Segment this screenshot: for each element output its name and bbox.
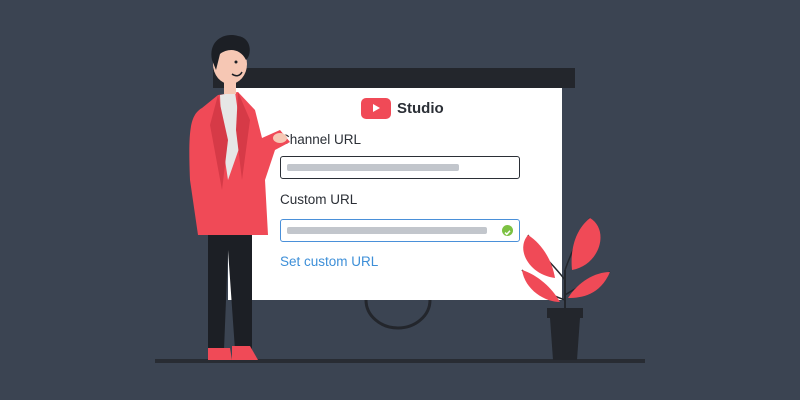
studio-logo: Studio [361,97,444,119]
channel-url-value-placeholder [287,164,459,171]
set-custom-url-link[interactable]: Set custom URL [280,254,378,269]
custom-url-label: Custom URL [280,192,358,207]
custom-url-field[interactable] [280,219,520,242]
presenter-person [189,35,290,360]
channel-url-label: Channel URL [280,132,362,147]
channel-url-field[interactable] [280,156,520,179]
potted-plant [521,217,611,360]
logo-text: Studio [397,99,444,117]
play-icon [361,97,391,119]
custom-url-value-placeholder [287,227,487,234]
illustration-scene: Studio Channel URL Custom URL Set custom… [0,0,800,400]
